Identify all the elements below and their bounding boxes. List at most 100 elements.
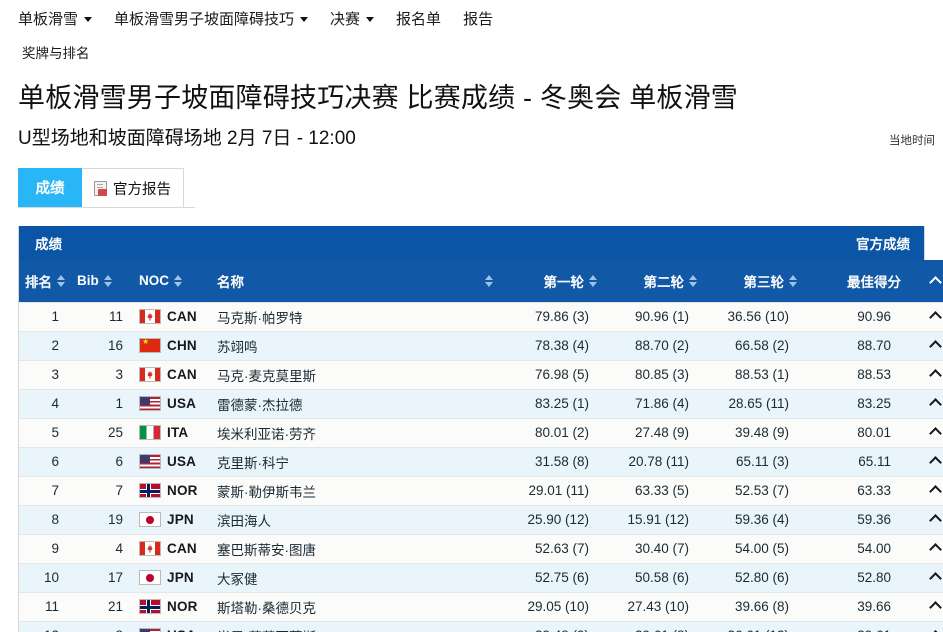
cell-athlete-name[interactable]: 苏翊鸣	[211, 330, 499, 360]
cell-rank: 10	[19, 562, 71, 592]
nav-item-event[interactable]: 单板滑雪男子坡面障碍技巧	[114, 12, 309, 27]
cell-expand-toggle[interactable]	[913, 330, 943, 360]
cell-bib: 21	[71, 591, 133, 621]
cell-athlete-name[interactable]: 肖恩·菲茨西蒙斯	[211, 620, 499, 632]
column-header-noc[interactable]: NOC	[133, 260, 211, 302]
cell-expand-toggle[interactable]	[913, 446, 943, 476]
noc-group: USA	[139, 628, 205, 632]
cell-best-score: 83.25	[803, 388, 913, 418]
column-header-best-score[interactable]: 最佳得分	[803, 260, 913, 302]
cell-run1: 79.86 (3)	[499, 301, 603, 331]
column-label: 第二轮	[643, 274, 685, 290]
flag-icon-usa	[139, 396, 161, 411]
chevron-up-icon[interactable]	[929, 513, 942, 527]
noc-code: CAN	[167, 309, 197, 324]
cell-expand-toggle[interactable]	[913, 504, 943, 534]
tab-results[interactable]: 成绩	[18, 168, 82, 207]
nav-item-entry-list[interactable]: 报名单	[396, 12, 441, 27]
cell-athlete-name[interactable]: 斯塔勒·桑德贝克	[211, 591, 499, 621]
chevron-up-icon[interactable]	[929, 310, 942, 324]
cell-noc: ITA	[133, 417, 211, 447]
nav-item-phase[interactable]: 决赛	[330, 12, 375, 27]
cell-run1: 31.58 (8)	[499, 446, 603, 476]
cell-run2: 27.48 (9)	[603, 417, 703, 447]
table-row[interactable]: 4 1 USA 雷德蒙·杰拉德 83.25 (1) 71.86 (4) 28.65 (11)…	[19, 388, 943, 418]
table-row[interactable]: 216 CHN 苏翊鸣78.38 (4)88.70 (2)66.58 (2)88.7…	[19, 330, 943, 360]
table-row[interactable]: 8 19 JPN 滨田海人 25.90 (12) 15.91 (12) 59.36 (4) 5…	[19, 504, 943, 534]
table-row[interactable]: 1 11 CAN 马克斯·帕罗特 79.86 (3) 90.96 (1) 36.56 (10…	[19, 301, 943, 331]
chevron-up-icon[interactable]	[929, 455, 942, 469]
cell-athlete-name[interactable]: 大冢健	[211, 562, 499, 592]
tab-bar: 成绩 官方报告	[18, 168, 195, 208]
breadcrumb[interactable]: 奖牌与排名	[0, 30, 943, 62]
nav-item-reports[interactable]: 报告	[463, 12, 493, 27]
cell-expand-toggle[interactable]	[913, 620, 943, 632]
cell-bib: 16	[71, 330, 133, 360]
cell-expand-toggle[interactable]	[913, 388, 943, 418]
sort-toggle-run2[interactable]	[689, 274, 697, 287]
sort-toggle-bib[interactable]	[103, 274, 112, 287]
cell-athlete-name[interactable]: 滨田海人	[211, 504, 499, 534]
cell-athlete-name[interactable]: 马克·麦克莫里斯	[211, 359, 499, 389]
noc-group: NOR	[139, 599, 205, 614]
cell-expand-toggle[interactable]	[913, 475, 943, 505]
column-header-name[interactable]: 名称	[211, 260, 499, 302]
cell-expand-toggle[interactable]	[913, 533, 943, 563]
noc-group: CHN	[139, 338, 205, 353]
chevron-up-icon[interactable]	[929, 368, 942, 382]
table-row[interactable]: 128 USA 肖恩·菲茨西蒙斯29.48 (9)29.61 (8)26.61 (1…	[19, 620, 943, 632]
cell-run3: 88.53 (1)	[703, 359, 803, 389]
column-header-run3[interactable]: 第三轮	[703, 260, 803, 302]
chevron-up-icon[interactable]	[929, 484, 942, 498]
column-header-run1[interactable]: 第一轮	[499, 260, 603, 302]
cell-athlete-name[interactable]: 塞巴斯蒂安·图唐	[211, 533, 499, 563]
chevron-up-icon[interactable]	[929, 600, 942, 614]
noc-code: USA	[167, 628, 196, 632]
cell-expand-toggle[interactable]	[913, 417, 943, 447]
sort-toggle-rank[interactable]	[57, 274, 65, 287]
cell-expand-toggle[interactable]	[913, 359, 943, 389]
chevron-up-icon[interactable]	[929, 276, 942, 290]
flag-icon-can	[139, 367, 161, 382]
noc-code: USA	[167, 454, 197, 469]
page-title: 单板滑雪男子坡面障碍技巧决赛 比赛成绩 - 冬奥会 单板滑雪	[18, 83, 738, 113]
table-row[interactable]: 5 25 ITA 埃米利亚诺·劳齐 80.01 (2) 27.48 (9) 39.48 (9…	[19, 417, 943, 447]
cell-athlete-name[interactable]: 蒙斯·勒伊斯韦兰	[211, 475, 499, 505]
cell-best-score: 65.11	[803, 446, 913, 476]
chevron-up-icon[interactable]	[929, 397, 942, 411]
column-header-bib[interactable]: Bib	[71, 260, 133, 302]
cell-athlete-name[interactable]: 埃米利亚诺·劳齐	[211, 417, 499, 447]
sort-toggle-noc[interactable]	[174, 274, 182, 287]
chevron-up-icon[interactable]	[929, 426, 942, 440]
table-row[interactable]: 10 17 JPN 大冢健 52.75 (6) 50.58 (6) 52.80 (6) 52.…	[19, 562, 943, 592]
noc-group: CAN	[139, 309, 205, 324]
chevron-up-icon[interactable]	[929, 571, 942, 585]
table-row[interactable]: 3 3 CAN 马克·麦克莫里斯 76.98 (5) 80.85 (3) 88.53 (1)…	[19, 359, 943, 389]
noc-code: ITA	[167, 425, 189, 440]
cell-bib: 19	[71, 504, 133, 534]
cell-run2: 50.58 (6)	[603, 562, 703, 592]
table-row[interactable]: 9 4 CAN 塞巴斯蒂安·图唐 52.63 (7) 30.40 (7) 54.00 (5)…	[19, 533, 943, 563]
noc-code: CAN	[167, 367, 197, 382]
column-header-run2[interactable]: 第二轮	[603, 260, 703, 302]
sort-toggle-run1[interactable]	[589, 274, 597, 287]
table-row[interactable]: 6 6 USA 克里斯·科宁 31.58 (8) 20.78 (11) 65.11 (3) 6…	[19, 446, 943, 476]
chevron-up-icon[interactable]	[929, 339, 942, 353]
tab-official-report[interactable]: 官方报告	[82, 168, 184, 207]
column-header-collapse-all[interactable]	[913, 260, 943, 302]
column-header-rank[interactable]: 排名	[19, 260, 71, 302]
table-row[interactable]: 7 7 NOR 蒙斯·勒伊斯韦兰 29.01 (11) 63.33 (5) 52.53 (7…	[19, 475, 943, 505]
noc-code: NOR	[167, 483, 198, 498]
cell-athlete-name[interactable]: 克里斯·科宁	[211, 446, 499, 476]
cell-expand-toggle[interactable]	[913, 301, 943, 331]
table-row[interactable]: 11 21 NOR 斯塔勒·桑德贝克 29.05 (10) 27.43 (10) 39.66…	[19, 591, 943, 621]
cell-athlete-name[interactable]: 马克斯·帕罗特	[211, 301, 499, 331]
flag-icon-usa	[139, 454, 161, 469]
cell-expand-toggle[interactable]	[913, 591, 943, 621]
chevron-up-icon[interactable]	[929, 542, 942, 556]
cell-expand-toggle[interactable]	[913, 562, 943, 592]
sort-toggle-run3[interactable]	[789, 274, 797, 287]
cell-athlete-name[interactable]: 雷德蒙·杰拉德	[211, 388, 499, 418]
sort-toggle-name[interactable]	[485, 274, 493, 287]
nav-item-sport[interactable]: 单板滑雪	[18, 12, 93, 27]
